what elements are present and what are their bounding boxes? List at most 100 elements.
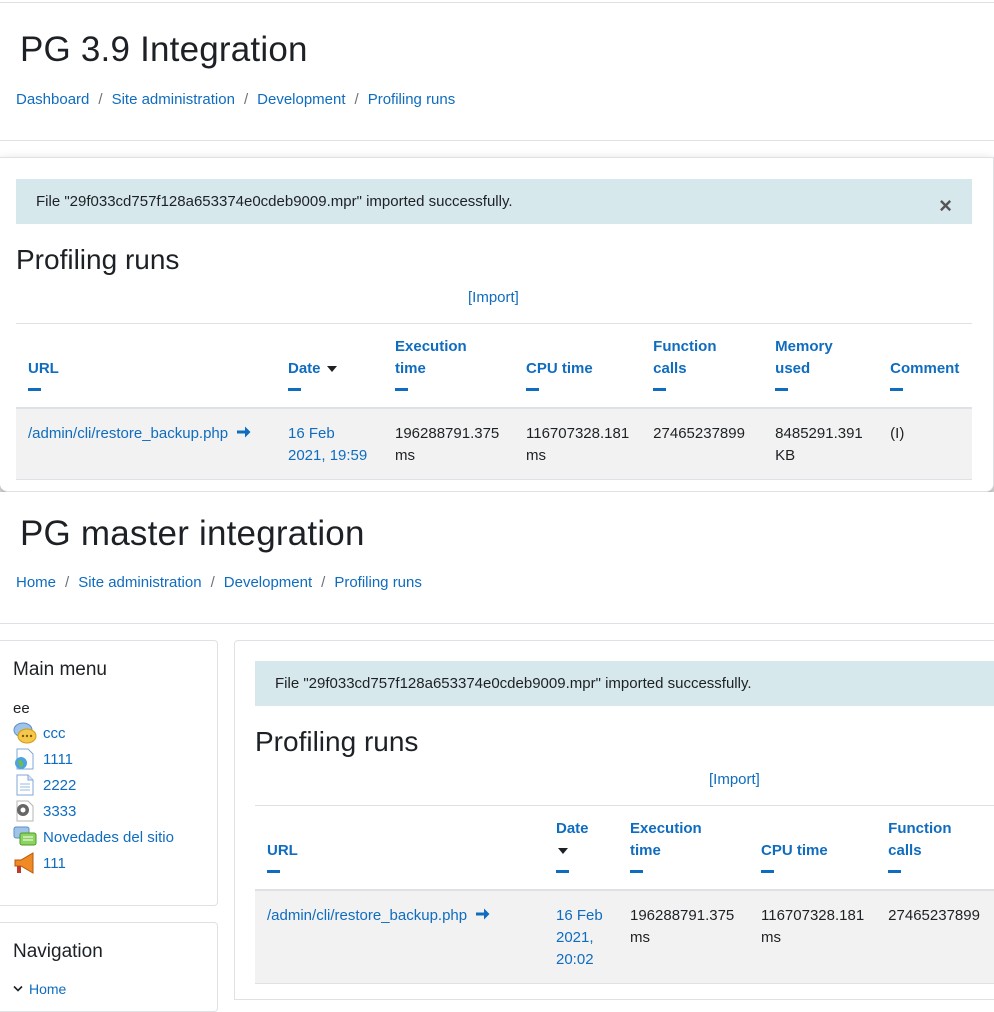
profiling-runs-table: URL Date Execution time CPU time Function… — [16, 323, 972, 480]
arrow-right-icon[interactable] — [236, 425, 251, 439]
menu-item-label[interactable]: 111 — [43, 855, 66, 872]
menu-item-1111[interactable]: 1111 — [13, 748, 73, 770]
menu-item-111[interactable]: 111 — [13, 852, 66, 874]
column-header-execution-time[interactable]: Execution time — [383, 323, 514, 409]
column-header-url[interactable]: URL — [16, 323, 276, 409]
cell-cpu-time: 116707328.181 ms — [749, 890, 877, 984]
sort-desc-icon — [326, 366, 337, 373]
column-sort-indicator — [267, 870, 280, 873]
cell-date: 16 Feb 2021, 20:02 — [544, 890, 618, 984]
profiling-runs-table: URL Date Execution time CPU time Function… — [255, 805, 994, 984]
cell-url: /admin/cli/restore_backup.php — [16, 408, 276, 480]
column-header-memory-used[interactable]: Memory used — [763, 323, 879, 409]
menu-item-ccc[interactable]: ccc — [13, 722, 66, 744]
cell-comment: (I) — [878, 408, 972, 480]
site-title: PG master integration — [20, 514, 365, 553]
breadcrumb-site-administration[interactable]: Site administration — [112, 91, 235, 108]
alert-message: File "29f033cd757f128a653374e0cdeb9009.m… — [36, 193, 513, 210]
column-sort-indicator — [653, 388, 667, 391]
column-header-date[interactable]: Date — [276, 323, 383, 409]
breadcrumb-development[interactable]: Development — [257, 91, 345, 108]
cell-url: /admin/cli/restore_backup.php — [255, 890, 544, 984]
url-globe-icon — [15, 748, 34, 770]
column-header-execution-time[interactable]: Execution time — [618, 805, 749, 891]
main-menu-title: Main menu — [13, 659, 107, 680]
header-divider — [0, 623, 994, 624]
sort-desc-icon — [558, 848, 568, 855]
column-header-cpu-time[interactable]: CPU time — [514, 323, 642, 409]
table-row: /admin/cli/restore_backup.php 16 Feb 2021… — [255, 890, 994, 984]
megaphone-icon — [14, 852, 34, 874]
nav-item-home[interactable]: Home — [13, 981, 66, 997]
site-title: PG 3.9 Integration — [20, 30, 308, 69]
breadcrumb-dashboard[interactable]: Dashboard — [16, 91, 89, 108]
forum-icon — [13, 826, 37, 846]
menu-item-label[interactable]: 1111 — [43, 751, 73, 768]
breadcrumb-separator: / — [321, 574, 326, 591]
breadcrumb-separator: / — [354, 91, 359, 108]
import-link[interactable]: [Import] — [709, 771, 760, 788]
navigation-title: Navigation — [13, 941, 103, 962]
breadcrumb-separator: / — [65, 574, 70, 591]
table-header-row: URL Date Execution time CPU time Function… — [255, 805, 994, 891]
bottom-screenshot-panel: PG master integration Home / Site admini… — [0, 492, 994, 1012]
breadcrumb-development[interactable]: Development — [224, 574, 312, 591]
menu-item-label[interactable]: Novedades del sitio — [43, 829, 174, 846]
breadcrumb-separator: / — [210, 574, 215, 591]
breadcrumb-home[interactable]: Home — [16, 574, 56, 591]
column-header-url[interactable]: URL — [255, 805, 544, 891]
column-sort-indicator — [775, 388, 789, 391]
nav-home-label[interactable]: Home — [29, 981, 66, 997]
success-alert: File "29f033cd757f128a653374e0cdeb9009.m… — [255, 661, 994, 706]
cell-memory-used: 8485291.391 KB — [763, 408, 879, 480]
cell-date: 16 Feb 2021, 19:59 — [276, 408, 383, 480]
breadcrumb-profiling-runs[interactable]: Profiling runs — [334, 574, 422, 591]
menu-item-label[interactable]: ccc — [43, 725, 66, 742]
arrow-right-icon[interactable] — [475, 907, 490, 921]
table-header-row: URL Date Execution time CPU time Function… — [16, 323, 972, 409]
menu-item-2222[interactable]: 2222 — [13, 774, 76, 796]
cell-cpu-time: 116707328.181 ms — [514, 408, 642, 480]
header-divider — [0, 140, 994, 141]
column-sort-indicator — [556, 870, 569, 873]
column-header-function-calls[interactable]: Function calls — [876, 805, 994, 891]
column-header-date[interactable]: Date — [544, 805, 618, 891]
main-content-region: File "29f033cd757f128a653374e0cdeb9009.m… — [234, 640, 994, 1000]
cell-function-calls: 27465237899 — [641, 408, 764, 480]
page-heading: Profiling runs — [255, 726, 419, 757]
main-content-card: File "29f033cd757f128a653374e0cdeb9009.m… — [0, 157, 994, 492]
column-header-function-calls[interactable]: Function calls — [641, 323, 764, 409]
breadcrumb-separator: / — [98, 91, 103, 108]
column-sort-indicator — [888, 870, 902, 873]
chevron-down-icon — [13, 985, 23, 992]
page-icon — [16, 774, 34, 796]
run-url-link[interactable]: /admin/cli/restore_backup.php — [28, 425, 228, 442]
column-header-comment[interactable]: Comment — [878, 323, 972, 409]
cell-execution-time: 196288791.375 ms — [618, 890, 749, 984]
table-row: /admin/cli/restore_backup.php 16 Feb 2021… — [16, 408, 972, 480]
top-screenshot-panel: PG 3.9 Integration Dashboard / Site admi… — [0, 0, 994, 492]
menu-item-label[interactable]: 3333 — [43, 803, 76, 820]
column-header-cpu-time[interactable]: CPU time — [749, 805, 877, 891]
run-date-link[interactable]: 16 Feb 2021, 19:59 — [288, 425, 367, 464]
column-sort-indicator — [630, 870, 643, 873]
cell-execution-time: 196288791.375 ms — [383, 408, 514, 480]
import-link[interactable]: [Import] — [468, 289, 519, 306]
alert-message: File "29f033cd757f128a653374e0cdeb9009.m… — [275, 675, 752, 692]
run-url-link[interactable]: /admin/cli/restore_backup.php — [267, 907, 467, 924]
cell-function-calls: 27465237899 — [876, 890, 994, 984]
breadcrumb-site-administration[interactable]: Site administration — [78, 574, 201, 591]
page-heading: Profiling runs — [16, 244, 180, 275]
menu-item-3333[interactable]: 3333 — [13, 800, 76, 822]
breadcrumb-profiling-runs[interactable]: Profiling runs — [368, 91, 456, 108]
main-menu-block: Main menu ee ccc 1111 2222 3333 Novedade… — [0, 640, 218, 906]
run-date-link[interactable]: 16 Feb 2021, 20:02 — [556, 907, 603, 968]
settings-gear-icon — [16, 800, 34, 822]
top-divider — [0, 2, 994, 3]
column-sort-indicator — [395, 388, 408, 391]
column-sort-indicator — [526, 388, 539, 391]
menu-item-label[interactable]: 2222 — [43, 777, 76, 794]
menu-item-novedades[interactable]: Novedades del sitio — [13, 826, 174, 848]
close-icon[interactable]: × — [939, 193, 952, 219]
column-sort-indicator — [28, 388, 41, 391]
